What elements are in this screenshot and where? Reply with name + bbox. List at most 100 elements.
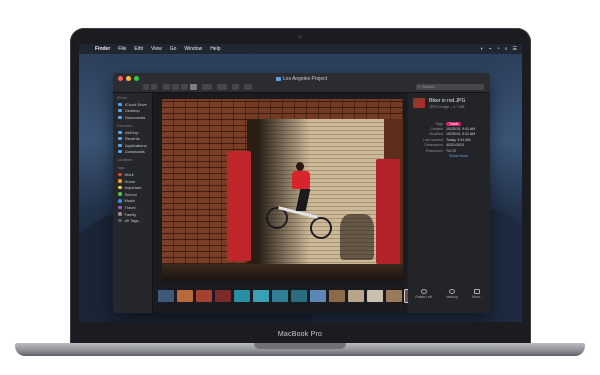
menu-bar: Finder File Edit View Go Window Help ◐ ⌁… (79, 44, 522, 54)
airdrop-icon (118, 130, 122, 134)
timemachine-icon[interactable]: ◐ (481, 46, 484, 52)
stage: Finder File Edit View Go Window Help ◐ ⌁… (0, 0, 600, 375)
rider-shadow (340, 214, 374, 260)
icon-view-button[interactable] (163, 84, 170, 90)
filmstrip-thumbnail[interactable] (272, 290, 288, 302)
spotlight-icon[interactable]: ⌕ (505, 46, 508, 52)
document-icon (118, 115, 122, 119)
download-icon (118, 150, 122, 154)
menu-edit[interactable]: Edit (130, 46, 147, 52)
search-field[interactable]: ⌕ Search (416, 84, 484, 90)
sidebar: iCloud iCloud Drive Desktop Documents Fa… (113, 93, 153, 313)
list-view-button[interactable] (172, 84, 179, 90)
sidebar-item-airdrop[interactable]: AirDrop (113, 129, 152, 136)
finder-window: Los Angeles Project ⌕ Search iCloud iClo… (113, 73, 490, 313)
tag-color-icon (118, 192, 122, 196)
wifi-icon[interactable]: ⌁ (489, 46, 492, 52)
sidebar-tag-home[interactable]: Home (113, 178, 152, 185)
menu-window[interactable]: Window (180, 46, 206, 52)
filmstrip-thumbnail[interactable] (291, 290, 307, 302)
rider-shirt (292, 171, 310, 189)
menu-file[interactable]: File (114, 46, 130, 52)
back-button[interactable] (143, 84, 149, 90)
menu-help[interactable]: Help (206, 46, 224, 52)
quick-actions: Rotate Left Markup More... (408, 289, 490, 299)
tag-color-icon (118, 212, 122, 216)
window-title: Los Angeles Project (113, 76, 490, 82)
tag-color-icon (118, 205, 122, 210)
applications-icon (118, 143, 122, 147)
title-bar[interactable]: Los Angeles Project ⌕ Search (113, 73, 490, 93)
sidebar-tag-important[interactable]: Important (113, 184, 152, 191)
filmstrip-thumbnail[interactable] (177, 290, 193, 302)
sidebar-tag-school[interactable]: School (113, 191, 152, 198)
metadata: Tags Travel Created 10/25/15, 9:41 AM Mod… (412, 121, 488, 158)
file-header: Biker in red.JPG JPEG image – 3.7 MB (413, 98, 465, 109)
search-placeholder: Search (422, 84, 435, 89)
sidebar-header-locations: Locations (117, 158, 133, 163)
folder-icon (275, 77, 281, 81)
file-thumbnail (413, 98, 425, 108)
preview-pane: Biker in red.JPG JPEG image – 3.7 MB Tag… (408, 93, 490, 313)
sidebar-tag-all-tags[interactable]: All Tags... (113, 217, 152, 224)
tag-color-icon (118, 179, 122, 183)
tag-color-icon (118, 199, 122, 203)
filmstrip-thumbnail[interactable] (215, 290, 231, 302)
column-view-button[interactable] (181, 84, 188, 90)
menu-view[interactable]: View (147, 46, 166, 52)
share-button[interactable] (232, 84, 239, 90)
sidebar-item-recents[interactable]: Recents (113, 135, 152, 142)
rotate-icon (420, 289, 427, 294)
notification-center-icon[interactable]: ☰ (513, 46, 517, 52)
brick-wall (247, 99, 403, 119)
gallery-view (154, 93, 422, 313)
tags-button[interactable] (244, 84, 252, 90)
red-pillar (376, 159, 400, 264)
device-label: MacBook Pro (277, 331, 323, 338)
filmstrip-thumbnail[interactable] (329, 290, 345, 302)
file-kind: JPEG image – 3.7 MB (429, 105, 465, 109)
sidebar-item-desktop[interactable]: Desktop (113, 108, 152, 115)
sidebar-tag-travel[interactable]: Travel (113, 204, 152, 211)
tag-color-icon (118, 172, 122, 177)
rotate-left-button[interactable]: Rotate Left (415, 289, 432, 299)
laptop-notch (254, 343, 346, 349)
forward-button[interactable] (151, 84, 157, 90)
filmstrip-thumbnail[interactable] (253, 290, 269, 302)
filmstrip-thumbnail[interactable] (196, 290, 212, 302)
action-button[interactable] (217, 84, 227, 90)
filmstrip-thumbnail[interactable] (234, 290, 250, 302)
sidebar-tag-music[interactable]: Music (113, 198, 152, 205)
menu-finder[interactable]: Finder (91, 46, 114, 52)
menu-go[interactable]: Go (166, 46, 181, 52)
markup-icon (449, 289, 455, 294)
sidebar-tag-work[interactable]: Work (113, 171, 152, 178)
battery-icon[interactable]: ◔ (497, 46, 500, 52)
ground (162, 264, 403, 281)
bike-wheel (310, 217, 332, 239)
filmstrip-thumbnail[interactable] (367, 290, 383, 302)
filmstrip-thumbnail[interactable] (386, 290, 402, 302)
desktop-icon (118, 109, 122, 113)
more-button[interactable]: More... (472, 289, 483, 299)
sidebar-item-applications[interactable]: Applications (113, 142, 152, 149)
sidebar-item-documents[interactable]: Documents (113, 114, 152, 121)
rider-head (296, 162, 304, 171)
filmstrip-thumbnail[interactable] (158, 290, 174, 302)
sidebar-item-icloud-drive[interactable]: iCloud Drive (113, 101, 152, 108)
show-more-link[interactable]: Show More (412, 154, 488, 158)
toolbar (143, 84, 252, 90)
filmstrip (154, 287, 422, 305)
sidebar-header-favorites: Favorites (117, 123, 132, 128)
sidebar-header-tags: Tags (117, 166, 125, 171)
sidebar-tag-family[interactable]: Family (113, 211, 152, 218)
filmstrip-thumbnail[interactable] (310, 290, 326, 302)
preview-image[interactable] (162, 99, 403, 281)
sidebar-item-downloads[interactable]: Downloads (113, 149, 152, 156)
tag-badge[interactable]: Travel (446, 121, 462, 126)
gallery-view-button[interactable] (190, 84, 197, 90)
filmstrip-thumbnail[interactable] (348, 290, 364, 302)
markup-button[interactable]: Markup (446, 289, 458, 299)
group-button[interactable] (202, 84, 212, 90)
cloud-icon (118, 102, 122, 106)
